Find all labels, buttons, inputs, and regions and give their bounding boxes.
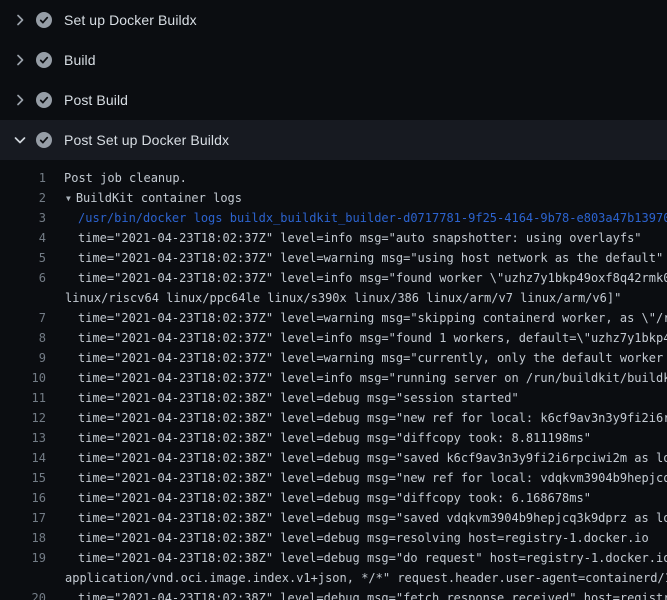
log-text: time="2021-04-23T18:02:38Z" level=debug … <box>78 448 667 468</box>
log-line: 17 time="2021-04-23T18:02:38Z" level=deb… <box>0 508 667 528</box>
log-line: 4 time="2021-04-23T18:02:37Z" level=info… <box>0 228 667 248</box>
log-line: 19 time="2021-04-23T18:02:38Z" level=deb… <box>0 548 667 568</box>
step-row-post-set-up-docker-buildx[interactable]: Post Set up Docker Buildx <box>0 120 667 160</box>
line-number[interactable]: 17 <box>0 508 46 528</box>
line-number[interactable]: 3 <box>0 208 46 228</box>
line-number[interactable]: 5 <box>0 248 46 268</box>
line-number[interactable]: 7 <box>0 308 46 328</box>
log-text: time="2021-04-23T18:02:37Z" level=info m… <box>78 268 667 288</box>
check-circle-icon <box>36 12 52 28</box>
log-line-wrap: linux/riscv64 linux/ppc64le linux/s390x … <box>0 288 667 308</box>
chevron-down-icon <box>12 132 28 148</box>
step-row-build[interactable]: Build <box>0 40 667 80</box>
collapse-triangle-icon: ▼ <box>66 189 71 208</box>
log-text: time="2021-04-23T18:02:38Z" level=debug … <box>78 528 649 548</box>
log-line: 18 time="2021-04-23T18:02:38Z" level=deb… <box>0 528 667 548</box>
log-text: time="2021-04-23T18:02:38Z" level=debug … <box>78 548 667 568</box>
log-text: time="2021-04-23T18:02:37Z" level=warnin… <box>78 308 667 328</box>
line-number[interactable]: 6 <box>0 268 46 288</box>
log-text: BuildKit container logs <box>76 191 242 205</box>
log-text: time="2021-04-23T18:02:37Z" level=info m… <box>78 228 642 248</box>
log-text: linux/riscv64 linux/ppc64le linux/s390x … <box>65 288 621 308</box>
check-circle-icon <box>36 52 52 68</box>
log-text: time="2021-04-23T18:02:37Z" level=info m… <box>78 368 667 388</box>
log-text: time="2021-04-23T18:02:37Z" level=warnin… <box>78 348 667 368</box>
line-number[interactable]: 9 <box>0 348 46 368</box>
check-circle-icon <box>36 132 52 148</box>
step-label: Post Build <box>64 92 128 108</box>
line-number[interactable]: 8 <box>0 328 46 348</box>
line-number[interactable]: 15 <box>0 468 46 488</box>
log-line: 12 time="2021-04-23T18:02:38Z" level=deb… <box>0 408 667 428</box>
step-label: Post Set up Docker Buildx <box>64 132 229 148</box>
line-number[interactable]: 18 <box>0 528 46 548</box>
log-text: time="2021-04-23T18:02:38Z" level=debug … <box>78 388 519 408</box>
log-text: time="2021-04-23T18:02:38Z" level=debug … <box>78 408 667 428</box>
line-number[interactable]: 1 <box>0 168 46 188</box>
log-group-header[interactable]: 2 ▼ BuildKit container logs <box>0 188 667 208</box>
log-text: time="2021-04-23T18:02:38Z" level=debug … <box>78 488 591 508</box>
log-line: 16 time="2021-04-23T18:02:38Z" level=deb… <box>0 488 667 508</box>
step-label: Build <box>64 52 96 68</box>
log-line: 6 time="2021-04-23T18:02:37Z" level=info… <box>0 268 667 288</box>
log-group-label[interactable]: ▼ BuildKit container logs <box>66 188 242 208</box>
log-line-wrap: application/vnd.oci.image.index.v1+json,… <box>0 568 667 588</box>
line-number <box>0 288 46 308</box>
step-label: Set up Docker Buildx <box>64 12 197 28</box>
line-number <box>0 568 46 588</box>
log-line: 15 time="2021-04-23T18:02:38Z" level=deb… <box>0 468 667 488</box>
line-number[interactable]: 13 <box>0 428 46 448</box>
log-text: time="2021-04-23T18:02:37Z" level=warnin… <box>78 248 663 268</box>
log-text: time="2021-04-23T18:02:38Z" level=debug … <box>78 468 667 488</box>
log-text: time="2021-04-23T18:02:38Z" level=debug … <box>78 428 591 448</box>
log-output: 1 Post job cleanup. 2 ▼ BuildKit containe… <box>0 160 667 600</box>
step-row-set-up-docker-buildx[interactable]: Set up Docker Buildx <box>0 0 667 40</box>
line-number[interactable]: 4 <box>0 228 46 248</box>
log-line-command: 3 /usr/bin/docker logs buildx_buildkit_b… <box>0 208 667 228</box>
log-line: 11 time="2021-04-23T18:02:38Z" level=deb… <box>0 388 667 408</box>
line-number[interactable]: 11 <box>0 388 46 408</box>
chevron-right-icon <box>12 52 28 68</box>
log-text: time="2021-04-23T18:02:38Z" level=debug … <box>78 588 667 600</box>
actions-log-viewer: Set up Docker Buildx Build Post Build <box>0 0 667 600</box>
line-number[interactable]: 14 <box>0 448 46 468</box>
command-text: /usr/bin/docker logs buildx_buildkit_bui… <box>78 208 667 228</box>
log-line: 5 time="2021-04-23T18:02:37Z" level=warn… <box>0 248 667 268</box>
step-row-post-build[interactable]: Post Build <box>0 80 667 120</box>
steps-list: Set up Docker Buildx Build Post Build <box>0 0 667 160</box>
line-number[interactable]: 12 <box>0 408 46 428</box>
line-number[interactable]: 16 <box>0 488 46 508</box>
log-line: 8 time="2021-04-23T18:02:37Z" level=info… <box>0 328 667 348</box>
log-line: 14 time="2021-04-23T18:02:38Z" level=deb… <box>0 448 667 468</box>
log-text: time="2021-04-23T18:02:37Z" level=info m… <box>78 328 667 348</box>
line-number[interactable]: 20 <box>0 588 46 600</box>
log-text: application/vnd.oci.image.index.v1+json,… <box>65 568 667 588</box>
log-line: 20 time="2021-04-23T18:02:38Z" level=deb… <box>0 588 667 600</box>
chevron-right-icon <box>12 12 28 28</box>
log-line: 1 Post job cleanup. <box>0 168 667 188</box>
line-number[interactable]: 2 <box>0 188 46 208</box>
chevron-right-icon <box>12 92 28 108</box>
log-line: 9 time="2021-04-23T18:02:37Z" level=warn… <box>0 348 667 368</box>
log-line: 13 time="2021-04-23T18:02:38Z" level=deb… <box>0 428 667 448</box>
log-line: 10 time="2021-04-23T18:02:37Z" level=inf… <box>0 368 667 388</box>
log-text: Post job cleanup. <box>64 168 187 188</box>
check-circle-icon <box>36 92 52 108</box>
log-line: 7 time="2021-04-23T18:02:37Z" level=warn… <box>0 308 667 328</box>
line-number[interactable]: 19 <box>0 548 46 568</box>
line-number[interactable]: 10 <box>0 368 46 388</box>
log-text: time="2021-04-23T18:02:38Z" level=debug … <box>78 508 667 528</box>
